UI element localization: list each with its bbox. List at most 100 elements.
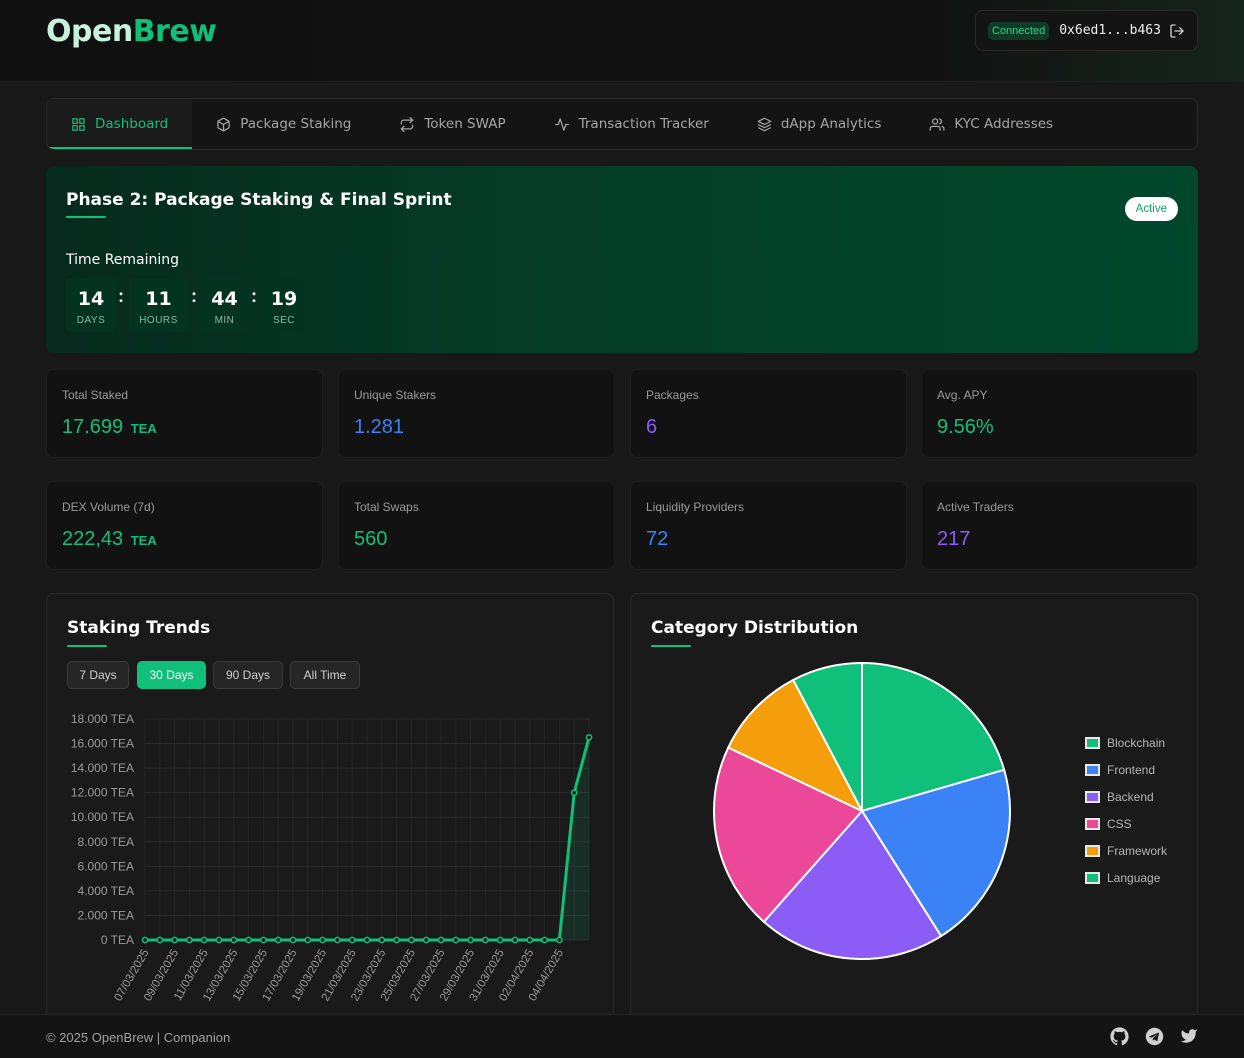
data-point[interactable] <box>482 936 489 944</box>
data-point[interactable] <box>156 936 164 944</box>
data-point[interactable] <box>437 936 445 944</box>
app-footer: © 2025 OpenBrew | Companion <box>0 1014 1244 1058</box>
data-point[interactable] <box>186 936 193 944</box>
data-point[interactable] <box>200 936 208 944</box>
staking-trends-chart: 0 TEA 2.000 TEA 4.000 TEA 6.000 TEA 8.000 TE… <box>71 712 593 1003</box>
legend-item-css[interactable]: CSS <box>1085 817 1132 831</box>
legend-item-framework[interactable]: Framework <box>1085 844 1167 858</box>
y-tick-label: 10.000 TEA <box>71 810 134 824</box>
main-nav: Dashboard Package Staking Token SWAP Tra… <box>46 98 1198 150</box>
stat-card-active-traders: Active Traders 217 <box>921 481 1198 570</box>
data-point[interactable] <box>570 789 578 797</box>
tab-transaction-tracker[interactable]: Transaction Tracker <box>530 99 733 149</box>
tab-dashboard[interactable]: Dashboard <box>47 99 193 149</box>
phase-title: Phase 2: Package Staking & Final Sprint <box>66 190 452 210</box>
data-point[interactable] <box>319 936 326 944</box>
time-remaining-label: Time Remaining <box>66 252 180 268</box>
y-tick-label: 16.000 TEA <box>71 737 134 751</box>
data-point[interactable] <box>230 936 238 944</box>
tab-kyc-addresses[interactable]: KYC Addresses <box>905 99 1077 149</box>
y-tick-label: 2.000 TEA <box>78 908 134 922</box>
countdown-value: 11 <box>145 288 172 310</box>
tab-dapp-analytics[interactable]: dApp Analytics <box>733 99 906 149</box>
countdown-value: 19 <box>270 288 298 310</box>
connection-status-badge: Connected <box>988 21 1050 40</box>
range-7-days-button[interactable]: 7 Days <box>67 661 129 689</box>
data-point[interactable] <box>452 936 460 944</box>
panel-title: Staking Trends <box>67 618 211 638</box>
stat-card-dex-volume: DEX Volume (7d) 222,43 TEA <box>46 481 323 570</box>
logout-icon[interactable] <box>1169 23 1185 39</box>
countdown-separator: : <box>251 286 257 306</box>
tab-label: KYC Addresses <box>954 116 1054 132</box>
data-point[interactable] <box>215 936 223 944</box>
range-all-time-button[interactable]: All Time <box>290 661 360 689</box>
tab-label: dApp Analytics <box>780 116 882 132</box>
legend-item-blockchain[interactable]: Blockchain <box>1085 736 1165 750</box>
data-point[interactable] <box>274 936 282 944</box>
data-point[interactable] <box>289 936 297 944</box>
app-logo[interactable]: OpenBrew <box>46 14 217 49</box>
wallet-address[interactable]: 0x6ed1...b463 <box>1059 23 1161 38</box>
logo-part-open: Open <box>46 14 133 49</box>
data-point[interactable] <box>408 936 415 944</box>
stat-label: Avg. APY <box>937 388 988 402</box>
y-tick-label: 12.000 TEA <box>71 786 134 800</box>
legend-label: Blockchain <box>1107 736 1166 750</box>
legend-swatch <box>1085 845 1100 857</box>
data-point[interactable] <box>526 936 534 944</box>
legend-swatch <box>1085 791 1100 803</box>
data-point[interactable] <box>260 936 267 944</box>
data-point[interactable] <box>496 936 504 944</box>
data-point[interactable] <box>556 936 563 944</box>
stat-label: DEX Volume (7d) <box>62 500 155 514</box>
stat-value: 560 <box>354 528 388 550</box>
legend-item-language[interactable]: Language <box>1085 871 1160 885</box>
title-underline <box>66 216 106 218</box>
stat-card-total-staked: Total Staked 17.699 TEA <box>46 369 323 458</box>
legend-label: CSS <box>1107 817 1132 831</box>
countdown-separator: : <box>118 286 124 306</box>
data-point[interactable] <box>378 936 386 944</box>
title-underline <box>67 645 107 647</box>
data-point[interactable] <box>141 936 149 944</box>
stat-label: Total Staked <box>62 388 129 402</box>
countdown-unit: MIN <box>214 315 235 326</box>
tab-label: Package Staking <box>240 116 352 132</box>
data-point[interactable] <box>585 734 593 741</box>
stat-value: 72 <box>646 528 669 550</box>
legend-label: Frontend <box>1107 763 1156 777</box>
countdown-value: 14 <box>77 288 105 310</box>
data-point[interactable] <box>393 936 400 944</box>
data-point[interactable] <box>348 936 356 944</box>
data-point[interactable] <box>245 936 252 944</box>
logo-part-brew: Brew <box>132 14 217 49</box>
data-point[interactable] <box>422 936 430 944</box>
range-90-days-button[interactable]: 90 Days <box>213 661 283 689</box>
tab-package-staking[interactable]: Package Staking <box>192 99 375 149</box>
data-point[interactable] <box>541 936 548 944</box>
stat-value: 9.56% <box>937 416 994 438</box>
legend-swatch <box>1085 764 1100 776</box>
tab-token-swap[interactable]: Token SWAP <box>375 99 529 149</box>
stat-unit: TEA <box>130 533 157 548</box>
users-icon <box>929 117 945 131</box>
legend-item-backend[interactable]: Backend <box>1085 790 1154 804</box>
grid-icon <box>72 117 85 131</box>
data-point[interactable] <box>511 936 519 944</box>
legend-item-frontend[interactable]: Frontend <box>1085 763 1155 777</box>
wallet-widget[interactable]: Connected 0x6ed1...b463 <box>975 10 1198 51</box>
countdown-min: 44 MIN <box>201 278 248 332</box>
legend-swatch <box>1085 737 1100 749</box>
github-icon[interactable] <box>1110 1027 1129 1051</box>
data-point[interactable] <box>363 936 371 944</box>
stat-value: 217 <box>937 528 971 550</box>
data-point[interactable] <box>171 936 178 944</box>
twitter-icon[interactable] <box>1179 1027 1199 1050</box>
range-30-days-button[interactable]: 30 Days <box>137 661 206 689</box>
y-tick-label: 6.000 TEA <box>78 859 134 873</box>
data-point[interactable] <box>334 936 341 944</box>
data-point[interactable] <box>304 936 312 944</box>
telegram-icon[interactable] <box>1145 1027 1164 1051</box>
data-point[interactable] <box>467 936 474 944</box>
